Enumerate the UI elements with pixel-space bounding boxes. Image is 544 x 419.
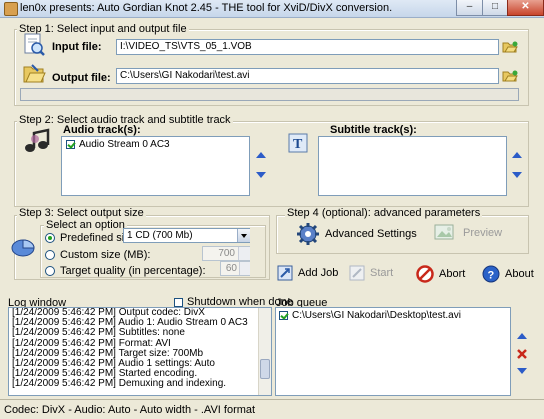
audio-move-up-icon[interactable] bbox=[256, 152, 266, 158]
list-item[interactable]: Audio Stream 0 AC3 bbox=[66, 139, 170, 150]
custom-size-option[interactable]: Custom size (MB): bbox=[45, 249, 150, 261]
close-button[interactable]: ✕ bbox=[507, 0, 544, 16]
start-icon bbox=[349, 265, 365, 281]
add-job-icon bbox=[277, 265, 293, 281]
audio-tracks-label: Audio track(s): bbox=[63, 124, 141, 136]
log-line: [1/24/2009 5:46:42 PM] Demuxing and inde… bbox=[12, 378, 227, 390]
size-option-label: Select an option bbox=[44, 219, 127, 231]
target-quality-option[interactable]: Target quality (in percentage): bbox=[45, 265, 206, 277]
start-label: Start bbox=[370, 267, 394, 279]
browse-input-icon[interactable] bbox=[502, 40, 518, 54]
chevron-down-icon bbox=[241, 234, 247, 238]
svg-text:?: ? bbox=[488, 270, 495, 282]
predefined-radio[interactable] bbox=[45, 233, 55, 244]
add-job-button[interactable]: Add Job bbox=[277, 264, 338, 282]
log-window[interactable]: [1/24/2009 5:46:42 PM] Output codec: Div… bbox=[8, 307, 272, 396]
dropdown-button[interactable] bbox=[237, 229, 250, 242]
preview-button[interactable]: Preview bbox=[434, 222, 502, 244]
log-scrollbar[interactable] bbox=[258, 308, 271, 395]
browse-output-icon[interactable] bbox=[502, 69, 518, 83]
custom-size-radio[interactable] bbox=[45, 250, 55, 261]
log-scrollbar-thumb[interactable] bbox=[260, 359, 270, 379]
stop-icon bbox=[416, 265, 434, 283]
step3-label: Step 3: Select output size bbox=[17, 207, 146, 219]
svg-text:T: T bbox=[293, 137, 303, 152]
input-file-icon bbox=[24, 33, 45, 56]
subtitle-move-down-icon[interactable] bbox=[512, 172, 522, 178]
output-file-icon bbox=[23, 64, 46, 83]
minimize-button[interactable]: – bbox=[456, 0, 483, 16]
progress-bar bbox=[20, 88, 519, 101]
output-file-label: Output file: bbox=[52, 72, 111, 84]
predefined-size-select[interactable]: 1 CD (700 Mb) bbox=[123, 228, 250, 243]
maximize-button[interactable]: □ bbox=[482, 0, 508, 16]
subtitle-move-up-icon[interactable] bbox=[512, 152, 522, 158]
title-bar: len0x presents: Auto Gordian Knot 2.45 -… bbox=[0, 0, 544, 18]
status-bar: Codec: DivX - Audio: Auto - Auto width -… bbox=[0, 399, 544, 419]
window-title: len0x presents: Auto Gordian Knot 2.45 -… bbox=[20, 2, 393, 14]
job-checkbox[interactable] bbox=[279, 310, 288, 320]
preview-label: Preview bbox=[463, 227, 503, 239]
preview-icon bbox=[434, 224, 454, 240]
about-label: About bbox=[505, 268, 534, 280]
output-file-field[interactable]: C:\Users\GI Nakodari\test.avi bbox=[116, 68, 499, 84]
abort-label: Abort bbox=[439, 268, 466, 280]
audio-move-down-icon[interactable] bbox=[256, 172, 266, 178]
pie-chart-icon bbox=[11, 239, 35, 257]
about-button[interactable]: ? About bbox=[482, 265, 534, 283]
input-file-field[interactable]: I:\VIDEO_TS\VTS_05_1.VOB bbox=[116, 39, 499, 55]
music-note-icon bbox=[25, 128, 50, 152]
list-item[interactable]: C:\Users\GI Nakodari\Desktop\test.avi bbox=[279, 310, 461, 321]
job-move-up-icon[interactable] bbox=[517, 333, 527, 339]
start-button[interactable]: Start bbox=[349, 264, 393, 282]
add-job-label: Add Job bbox=[298, 267, 339, 279]
subtitle-tracks-list[interactable] bbox=[318, 136, 507, 196]
subtitle-tracks-label: Subtitle track(s): bbox=[330, 124, 417, 136]
help-icon: ? bbox=[482, 265, 500, 283]
job-queue-list[interactable]: C:\Users\GI Nakodari\Desktop\test.avi bbox=[275, 307, 511, 396]
shutdown-checkbox[interactable] bbox=[174, 297, 183, 307]
app-icon bbox=[4, 2, 18, 16]
gear-icon bbox=[297, 223, 319, 245]
audio-track-checkbox[interactable] bbox=[66, 139, 75, 149]
subtitle-icon: T bbox=[288, 133, 308, 153]
remove-job-icon[interactable] bbox=[516, 348, 528, 360]
audio-tracks-list[interactable]: Audio Stream 0 AC3 bbox=[61, 136, 250, 196]
step4-label: Step 4 (optional): advanced parameters bbox=[285, 207, 483, 219]
app-window: len0x presents: Auto Gordian Knot 2.45 -… bbox=[0, 0, 544, 419]
target-quality-radio[interactable] bbox=[45, 266, 55, 277]
target-quality-spinner[interactable] bbox=[239, 262, 250, 275]
advanced-settings-button[interactable]: Advanced Settings bbox=[296, 222, 417, 246]
status-text: Codec: DivX - Audio: Auto - Auto width -… bbox=[4, 404, 256, 416]
custom-size-spinner[interactable] bbox=[238, 247, 250, 260]
input-file-label: Input file: bbox=[52, 41, 102, 53]
abort-button[interactable]: Abort bbox=[416, 265, 465, 283]
advanced-settings-label: Advanced Settings bbox=[325, 228, 417, 240]
job-move-down-icon[interactable] bbox=[517, 368, 527, 374]
